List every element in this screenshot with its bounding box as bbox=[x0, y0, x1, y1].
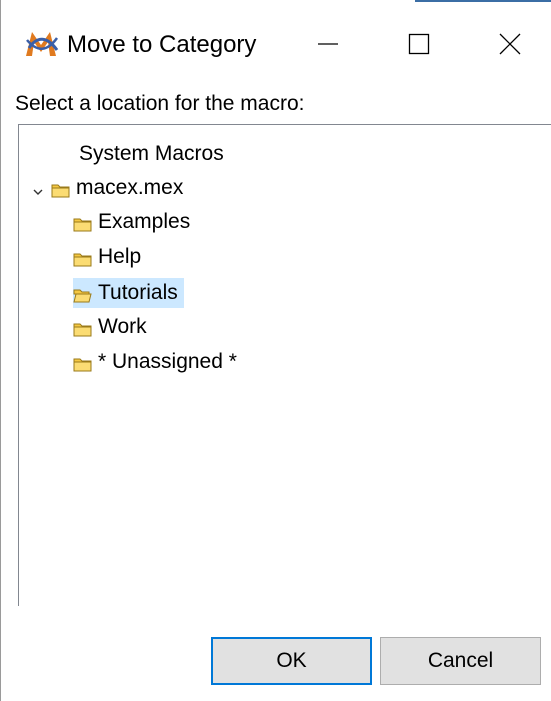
tree-item-label: Tutorials bbox=[98, 281, 178, 304]
minimize-icon[interactable] bbox=[305, 20, 351, 68]
cancel-button[interactable]: Cancel bbox=[380, 637, 541, 685]
folder-icon bbox=[73, 249, 92, 267]
chevron-down-icon[interactable] bbox=[31, 181, 45, 195]
tree-item-label: Examples bbox=[98, 210, 191, 233]
tree-item-system-macros[interactable]: System Macros bbox=[79, 139, 224, 169]
macro-m-logo-icon bbox=[23, 28, 61, 60]
folder-icon bbox=[73, 214, 92, 232]
tree-item-help[interactable]: Help bbox=[73, 242, 141, 272]
tree-item-label: macex.mex bbox=[76, 176, 184, 199]
folder-icon bbox=[51, 180, 70, 198]
tree-item-label: Help bbox=[98, 245, 142, 268]
folder-icon bbox=[73, 354, 92, 372]
close-icon[interactable] bbox=[487, 20, 533, 68]
tree-item-label: * Unassigned * bbox=[98, 350, 237, 373]
title-bar[interactable]: Move to Category bbox=[1, 0, 551, 88]
tree-item-work[interactable]: Work bbox=[73, 312, 147, 342]
tree-item-unassigned[interactable]: * Unassigned * bbox=[73, 347, 237, 377]
tree-item-label: System Macros bbox=[79, 142, 224, 165]
folder-open-icon bbox=[73, 285, 92, 303]
tree-item-tutorials[interactable]: Tutorials bbox=[73, 278, 184, 308]
prompt-label: Select a location for the macro: bbox=[15, 92, 305, 115]
maximize-icon[interactable] bbox=[396, 20, 442, 68]
tree-item-label: Work bbox=[98, 315, 147, 338]
ok-button[interactable]: OK bbox=[211, 637, 372, 685]
tree-item-macex[interactable]: macex.mex bbox=[31, 173, 183, 203]
tree-item-examples[interactable]: Examples bbox=[73, 207, 190, 237]
move-to-category-dialog: Move to Category Select a location for t… bbox=[0, 0, 551, 701]
window-title: Move to Category bbox=[67, 31, 257, 58]
category-tree[interactable]: System Macros macex.mex Examples Help Tu… bbox=[18, 124, 551, 606]
folder-icon bbox=[73, 319, 92, 337]
